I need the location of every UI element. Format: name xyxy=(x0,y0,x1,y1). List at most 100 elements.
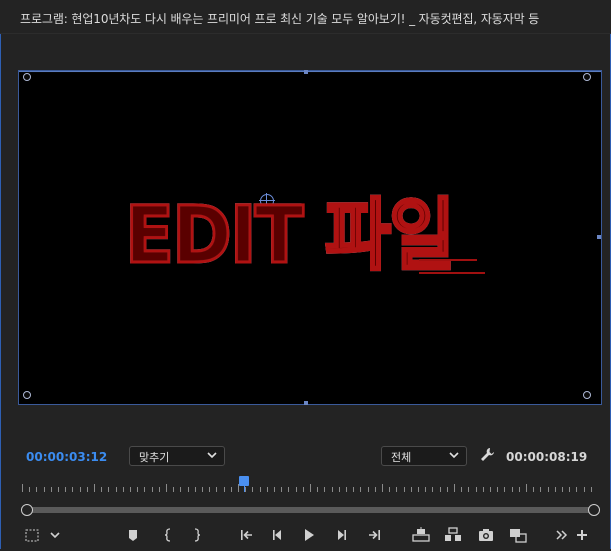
ruler-tick xyxy=(209,487,211,492)
chevron-down-icon xyxy=(206,448,218,465)
transform-handle[interactable] xyxy=(583,73,591,81)
ruler-tick xyxy=(22,484,23,492)
ruler-tick xyxy=(288,487,290,492)
ruler-tick xyxy=(310,484,311,492)
chevron-down-icon xyxy=(448,448,460,465)
wrench-icon[interactable] xyxy=(480,447,494,463)
transform-handle[interactable] xyxy=(583,391,591,399)
ruler-tick xyxy=(72,487,74,492)
step-forward-icon[interactable] xyxy=(333,526,349,544)
ruler-tick xyxy=(461,487,463,492)
ruler-tick xyxy=(137,487,139,492)
ruler-tick xyxy=(583,487,585,492)
ruler-tick xyxy=(482,487,484,492)
ruler-tick xyxy=(230,487,232,492)
title-decoration xyxy=(419,259,477,261)
ruler-tick xyxy=(302,487,304,492)
ruler-tick xyxy=(504,487,506,492)
playhead-timecode[interactable]: 00:00:03:12 xyxy=(26,450,107,464)
ruler-tick xyxy=(425,487,427,492)
extract-icon[interactable] xyxy=(443,526,463,544)
zoom-level-select[interactable]: 맞추기 xyxy=(129,446,225,466)
add-marker-icon[interactable] xyxy=(126,526,140,544)
ruler-tick xyxy=(166,484,167,492)
ruler-tick xyxy=(65,487,67,492)
ruler-tick xyxy=(58,487,59,492)
ruler-tick xyxy=(108,487,110,492)
ruler-tick xyxy=(216,487,218,492)
transform-handle[interactable] xyxy=(23,73,31,81)
zoom-level-value: 맞추기 xyxy=(139,451,170,464)
ruler-tick xyxy=(374,487,376,492)
video-frame[interactable]: EDIT 파일 xyxy=(19,73,601,404)
settings-chevron-icon[interactable] xyxy=(48,526,62,544)
ruler-tick xyxy=(202,487,203,492)
program-monitor[interactable]: EDIT 파일 xyxy=(18,70,602,405)
step-back-icon[interactable] xyxy=(270,526,286,544)
safe-margins-icon[interactable] xyxy=(24,526,40,544)
ruler-tick xyxy=(50,487,52,492)
play-icon[interactable] xyxy=(301,526,317,544)
ruler-tick xyxy=(446,487,448,492)
ruler-tick xyxy=(403,487,405,492)
button-editor-icon[interactable] xyxy=(575,526,589,544)
transport-toolbar xyxy=(0,523,611,547)
title-overlay[interactable]: EDIT 파일 xyxy=(124,196,457,277)
ruler-tick xyxy=(454,484,455,492)
ruler-tick xyxy=(317,487,319,492)
scrollbar-right-handle[interactable] xyxy=(588,504,600,516)
ruler-tick xyxy=(29,487,31,492)
scrollbar-left-handle[interactable] xyxy=(21,504,33,516)
ruler-tick xyxy=(475,487,477,492)
transform-handle[interactable] xyxy=(304,401,308,405)
mark-out-icon[interactable] xyxy=(190,526,204,544)
ruler-tick xyxy=(180,487,182,492)
transform-handle[interactable] xyxy=(597,235,601,239)
ruler-tick xyxy=(79,487,81,492)
ruler-tick xyxy=(353,487,355,492)
go-to-out-icon[interactable] xyxy=(365,526,383,544)
duration-timecode: 00:00:08:19 xyxy=(506,450,588,464)
mark-in-icon[interactable] xyxy=(161,526,175,544)
export-frame-icon[interactable] xyxy=(477,526,495,544)
ruler-tick xyxy=(360,487,362,492)
time-ruler[interactable] xyxy=(18,478,600,492)
go-to-in-icon[interactable] xyxy=(238,526,256,544)
ruler-tick xyxy=(540,487,542,492)
more-controls-icon[interactable] xyxy=(555,526,569,544)
playback-resolution-select[interactable]: 전체 xyxy=(381,446,467,466)
zoom-scrollbar[interactable] xyxy=(26,507,593,513)
ruler-tick xyxy=(158,487,160,492)
ruler-tick xyxy=(115,487,117,492)
lift-icon[interactable] xyxy=(411,526,431,544)
transform-handle[interactable] xyxy=(23,391,31,399)
title-overlay-korean: 파일 xyxy=(324,191,457,281)
ruler-tick xyxy=(36,487,38,492)
ruler-tick xyxy=(101,487,103,492)
ruler-tick xyxy=(151,487,153,492)
ruler-tick xyxy=(130,487,131,492)
playback-resolution-value: 전체 xyxy=(391,451,412,464)
ruler-tick xyxy=(266,487,268,492)
ruler-tick xyxy=(43,487,45,492)
ruler-tick xyxy=(367,487,369,492)
ruler-tick xyxy=(338,487,340,492)
ruler-tick xyxy=(382,484,383,492)
ruler-tick xyxy=(497,487,499,492)
panel-title: 프로그램: 현업10년차도 다시 배우는 프리미어 프로 최신 기술 모두 알아… xyxy=(20,12,540,26)
ruler-tick xyxy=(187,487,189,492)
ruler-tick xyxy=(590,487,592,492)
transform-handle[interactable] xyxy=(304,70,308,74)
ruler-tick xyxy=(511,487,513,492)
title-overlay-edit: EDIT xyxy=(124,191,305,281)
ruler-tick xyxy=(295,487,297,492)
ruler-tick xyxy=(331,487,333,492)
ruler-tick xyxy=(281,487,283,492)
ruler-tick xyxy=(518,487,520,492)
comparison-view-icon[interactable] xyxy=(508,526,528,544)
monitor-status-row: 00:00:03:12 맞추기 전체 00:00:08:19 xyxy=(0,444,611,468)
playhead-line xyxy=(244,484,245,492)
ruler-tick xyxy=(576,487,578,492)
ruler-tick xyxy=(418,487,419,492)
ruler-tick xyxy=(533,487,535,492)
